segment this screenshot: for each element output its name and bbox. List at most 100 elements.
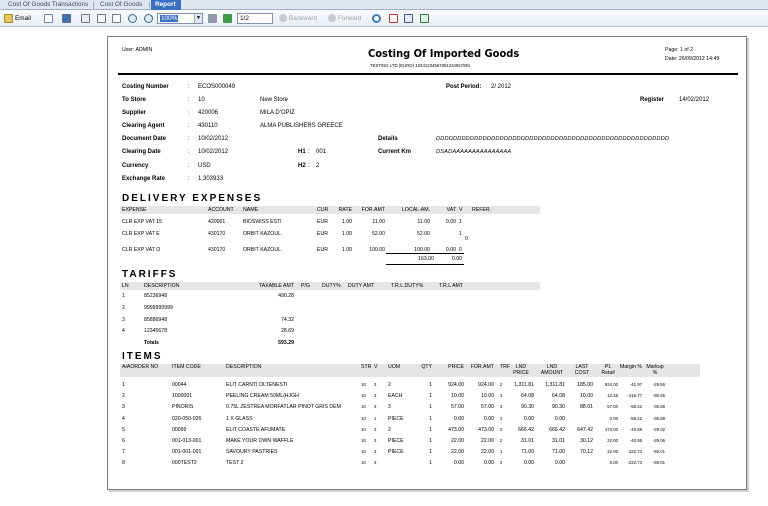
tab-cost-of-goods[interactable]: Cost Of Goods [96, 0, 148, 10]
items-cell: 3 [500, 393, 503, 399]
expenses-cell: CLR EXP VAT E [122, 231, 160, 237]
items-cell: 4 [122, 415, 125, 422]
items-cell: -41.97 [629, 382, 642, 387]
items-cell: 1 [429, 415, 432, 422]
items-cell: 2 [122, 393, 125, 400]
items-cell: 2 [500, 426, 503, 432]
tariffs-totals-value: 593.29 [278, 340, 294, 346]
items-column-header: LAST COST [574, 364, 590, 376]
items-cell: 5 [122, 426, 125, 433]
page-number-input[interactable]: 1/2 [237, 13, 273, 24]
expenses-cell: 1.00 [341, 247, 352, 253]
copy-icon[interactable] [44, 14, 53, 23]
zoom-in-icon[interactable] [128, 14, 137, 23]
items-cell: 71.00 [552, 449, 565, 456]
items-cell: 001-001-001 [172, 449, 202, 456]
h1-label: H1 [298, 149, 306, 155]
items-cell: 10.00 [451, 393, 464, 400]
items-cell: 1 X GLASS [226, 415, 253, 422]
items-cell: -416.77 [627, 393, 642, 399]
email-icon[interactable] [4, 14, 13, 23]
search-binoculars-icon[interactable] [62, 14, 71, 23]
supplier-name: MILA D'OPIZ [260, 110, 295, 116]
items-column-header: LND AMOUNT [540, 364, 564, 376]
items-cell: 10 [361, 449, 366, 455]
items-cell: 64.08 [552, 393, 565, 400]
items-column-header: DESCRIPTION [226, 364, 262, 370]
items-cell: 70.12 [580, 449, 593, 456]
items-cell: 0.00 [453, 460, 464, 467]
zoom-select[interactable]: 100% ▼ [157, 13, 203, 24]
items-cell: 0.00 [453, 415, 464, 422]
items-cell: -29.02 [652, 426, 665, 432]
backward-button[interactable]: Backward [289, 13, 317, 24]
expense-extra-v: 0 [465, 236, 468, 242]
items-cell: 10 [361, 438, 366, 443]
items-cell: 0.75L ZESTREA MORFATLAR PINOT GRIS DEM [226, 404, 341, 411]
items-cell: -69.01 [652, 460, 665, 466]
items-cell: 0.00 [609, 460, 618, 466]
expenses-column-header: FOR.AMT [361, 207, 385, 213]
zoom-value: 100% [160, 15, 179, 22]
document-date-value: 10/02/2012 [198, 136, 229, 142]
items-cell: 924.00 [604, 382, 618, 387]
refresh-icon[interactable] [372, 14, 381, 23]
items-cell: 020-050-026 [172, 415, 202, 422]
items-cell: 924.00 [448, 382, 464, 388]
clearing-agent-name: ALMA PUBLISHERS GREECE [260, 123, 343, 129]
tariffs-cell: 85886948 [144, 317, 168, 323]
items-cell: 7 [122, 449, 125, 456]
expenses-cell: 1.00 [341, 231, 352, 237]
email-button[interactable]: Email [15, 13, 31, 24]
export-excel-icon[interactable] [420, 14, 429, 23]
expenses-cell: 1 [459, 231, 462, 237]
tariffs-column-header: TAXABLE AMT [258, 283, 294, 289]
export-pdf-icon[interactable] [389, 14, 398, 23]
tariffs-column-header: DUTY AMT [348, 283, 375, 289]
items-cell: 2 [500, 382, 503, 387]
items-column-header: QTY [421, 364, 432, 370]
items-cell: 0.00 [554, 460, 565, 467]
tariffs-column-header: T.R.L.DUTY% [391, 283, 424, 289]
print-icon[interactable] [81, 14, 90, 23]
page-setup-icon[interactable] [112, 14, 121, 23]
forward-button[interactable]: Forward [338, 13, 361, 24]
clearing-agent-code: 430110 [198, 123, 218, 129]
tariffs-cell: 12345678 [144, 328, 168, 334]
items-cell: -40.89 [629, 426, 642, 432]
items-cell: 473.00 [604, 426, 618, 432]
to-store-label: To Store [122, 97, 146, 103]
report-subtitle: TESTING LTD (EURO) 123412345678912345678… [370, 63, 471, 68]
items-cell: 1000001 [172, 393, 193, 400]
items-cell: 57.00 [451, 404, 464, 411]
expenses-cell: BIOSWISS ESTHETIC S [243, 219, 281, 225]
items-cell: 473.00 [448, 426, 464, 433]
expenses-cell: 52.00 [417, 231, 430, 237]
tariffs-column-header: LN [122, 283, 129, 289]
previous-page-icon[interactable] [223, 14, 232, 23]
tab-report[interactable]: Report [151, 0, 181, 10]
print-setup-icon[interactable] [97, 14, 106, 23]
h2-value: 2 [316, 163, 320, 169]
items-cell: 10 [361, 426, 366, 432]
items-cell: 10 [361, 460, 366, 466]
expenses-column-header: NAME [243, 207, 258, 213]
expenses-column-header: CUR [317, 207, 329, 213]
expenses-cell: EUR [317, 247, 328, 253]
first-page-icon[interactable] [208, 14, 217, 23]
items-cell: 0.00 [554, 415, 565, 422]
export-word-icon[interactable] [404, 14, 413, 23]
items-cell: SAVOURY PASTRIES [226, 449, 278, 456]
chevron-down-icon[interactable]: ▼ [194, 14, 202, 23]
items-column-header: PRICE [448, 364, 464, 370]
items-cell: 12.48 [607, 393, 618, 399]
items-cell: 22.00 [481, 449, 494, 456]
tariffs-cell: 490.28 [278, 293, 294, 299]
items-cell: 30.12 [580, 438, 593, 444]
items-cell: 31.01 [521, 438, 534, 444]
zoom-out-icon[interactable] [144, 14, 153, 23]
items-cell: ELIT COASTE AFUMATE [226, 426, 286, 433]
items-cell: 88.01 [580, 404, 593, 411]
post-period-label: Post Period: [446, 84, 482, 90]
tab-cost-of-goods-transactions[interactable]: Cost Of Goods Transactions [4, 0, 92, 10]
